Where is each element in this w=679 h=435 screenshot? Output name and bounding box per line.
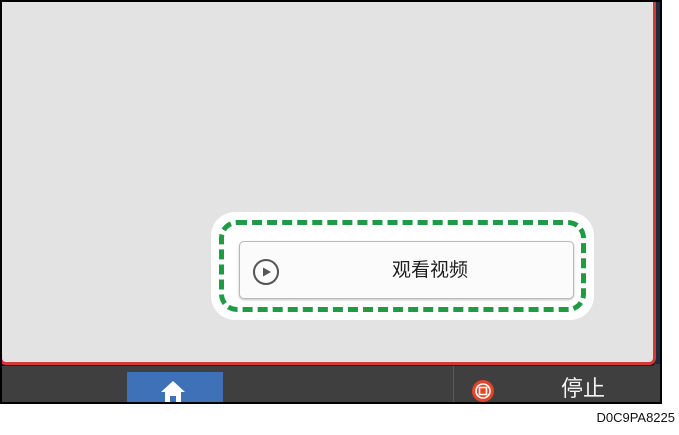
figure-id: D0C9PA8225: [596, 410, 675, 425]
toolbar-divider: [453, 366, 454, 402]
home-button[interactable]: [127, 372, 223, 402]
stop-label: 停止: [561, 377, 606, 402]
bottom-toolbar: 停止: [2, 366, 660, 402]
home-icon: [161, 381, 185, 402]
stop-button[interactable]: 停止: [457, 366, 660, 402]
stop-icon: [472, 380, 494, 402]
device-screen: ······· 观看视频 停止: [0, 0, 662, 404]
play-circle-icon: [253, 259, 279, 285]
watch-video-label: 观看视频: [391, 259, 468, 281]
top-text-fragment: ·······: [4, 2, 104, 6]
right-edge-strip: [656, 2, 660, 364]
watch-video-button[interactable]: 观看视频: [239, 241, 574, 299]
